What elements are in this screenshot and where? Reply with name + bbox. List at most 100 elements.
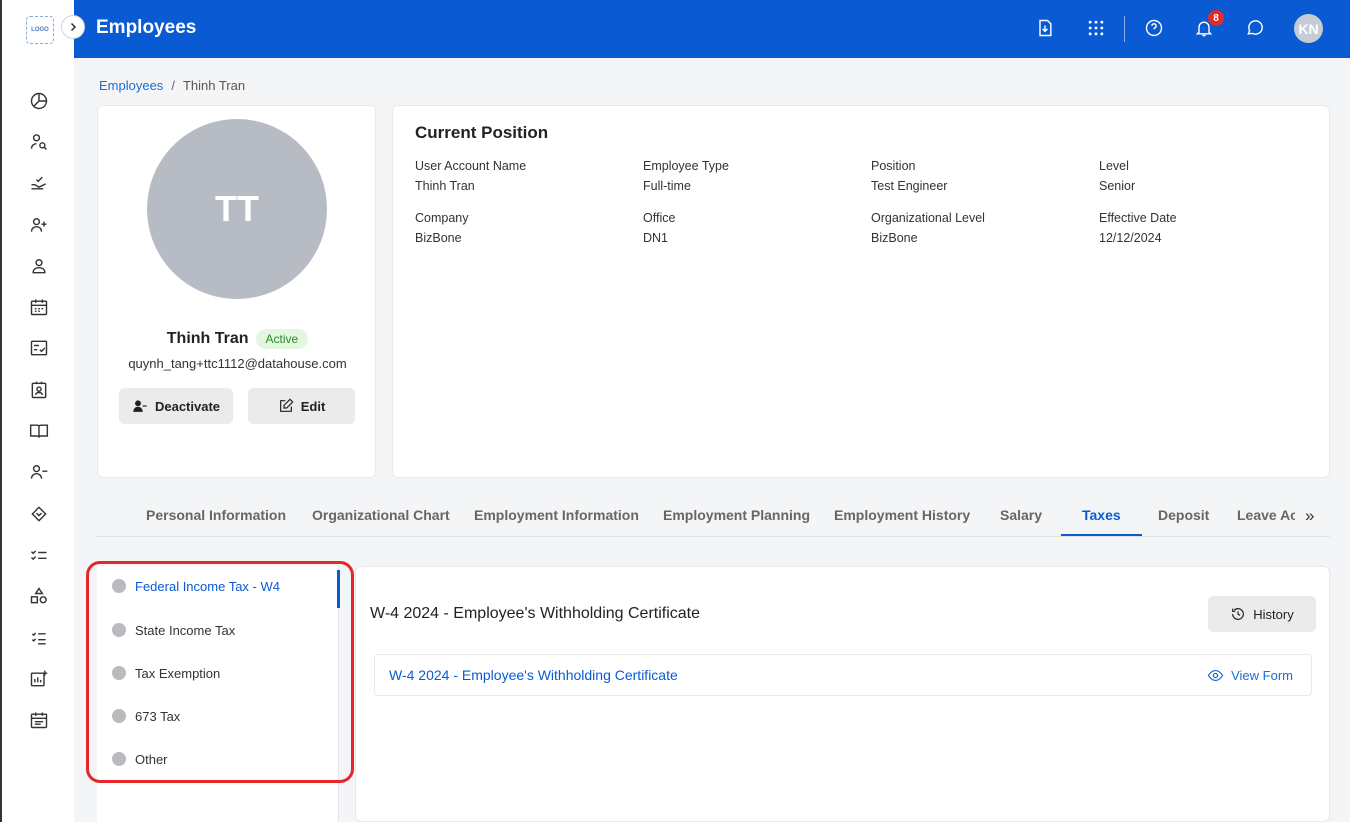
remove-user-icon bbox=[133, 400, 147, 412]
field-value: BizBone bbox=[871, 231, 918, 245]
employee-tabs: Personal Information Organizational Char… bbox=[97, 497, 1330, 537]
edit-label: Edit bbox=[300, 398, 326, 414]
field-company: Company BizBone bbox=[415, 211, 635, 245]
sidebar-item-checklist[interactable] bbox=[2, 328, 76, 369]
sidebar-item-list[interactable] bbox=[2, 617, 76, 658]
chat-icon bbox=[1247, 20, 1263, 35]
field-label: Company bbox=[415, 211, 469, 225]
edit-icon bbox=[279, 398, 294, 412]
sidebar-item-schedule[interactable] bbox=[2, 699, 76, 740]
field-value: Full-time bbox=[643, 179, 691, 193]
field-level: Level Senior bbox=[1099, 159, 1319, 193]
profile-card: TT Thinh Tran Active quynh_tang+ttc1112@… bbox=[97, 105, 376, 478]
field-label: Effective Date bbox=[1099, 211, 1177, 225]
field-label: User Account Name bbox=[415, 159, 527, 173]
tab-employment-planning[interactable]: Employment Planning bbox=[663, 507, 810, 523]
form-title: W-4 2024 - Employee's Withholding Certif… bbox=[370, 605, 701, 622]
page-title: Employees bbox=[96, 17, 197, 38]
list-icon bbox=[31, 631, 46, 645]
history-button[interactable]: History bbox=[1208, 596, 1316, 632]
shapes-icon bbox=[30, 587, 47, 604]
tab-salary[interactable]: Salary bbox=[1000, 507, 1042, 523]
chat-button[interactable] bbox=[1243, 16, 1267, 40]
breadcrumb-employees-link[interactable]: Employees bbox=[99, 78, 163, 93]
tab-employment-history[interactable]: Employment History bbox=[834, 507, 970, 523]
add-user-icon bbox=[30, 217, 47, 232]
employee-avatar: TT bbox=[147, 119, 327, 299]
field-position: Position Test Engineer bbox=[871, 159, 1091, 193]
download-button[interactable] bbox=[1033, 16, 1057, 40]
sidebar-item-shapes[interactable] bbox=[2, 576, 76, 617]
eye-icon bbox=[1207, 669, 1224, 682]
field-label: Organizational Level bbox=[871, 211, 985, 225]
sidebar-item-user-search[interactable] bbox=[2, 121, 76, 162]
sidebar-item-calendar[interactable] bbox=[2, 286, 76, 327]
sidebar-expand-button[interactable] bbox=[61, 15, 85, 39]
checklist-icon bbox=[30, 341, 48, 356]
sidebar-item-task-list[interactable] bbox=[2, 534, 76, 575]
task-list-icon bbox=[30, 550, 47, 561]
sidebar-item-user[interactable] bbox=[2, 245, 76, 286]
sidebar-item-report[interactable] bbox=[2, 658, 76, 699]
field-value: 12/12/2024 bbox=[1099, 231, 1162, 245]
employee-name: Thinh Tran bbox=[166, 330, 249, 347]
tabs-scroll-right-button[interactable]: » bbox=[1305, 506, 1314, 526]
view-form-button[interactable]: View Form bbox=[1207, 667, 1293, 684]
form-link[interactable]: W-4 2024 - Employee's Withholding Certif… bbox=[389, 667, 678, 683]
field-label: Employee Type bbox=[643, 159, 729, 173]
field-value: Test Engineer bbox=[871, 179, 948, 193]
sidebar-item-approval[interactable] bbox=[2, 163, 76, 204]
tab-taxes[interactable]: Taxes bbox=[1082, 507, 1121, 523]
deactivate-button[interactable]: Deactivate bbox=[119, 388, 233, 424]
sidebar-item-handshake[interactable] bbox=[2, 493, 76, 534]
sidebar-item-book[interactable] bbox=[2, 410, 76, 451]
field-value: BizBone bbox=[415, 231, 462, 245]
tab-employment-information[interactable]: Employment Information bbox=[474, 507, 639, 523]
tab-leave[interactable]: Leave Ac bbox=[1237, 507, 1295, 523]
header-divider bbox=[1124, 16, 1125, 42]
tab-personal-information[interactable]: Personal Information bbox=[146, 507, 286, 523]
dashboard-icon bbox=[30, 92, 48, 109]
sidebar-item-dashboard[interactable] bbox=[2, 80, 76, 121]
employee-email: quynh_tang+ttc1112@datahouse.com bbox=[128, 356, 347, 371]
form-row: W-4 2024 - Employee's Withholding Certif… bbox=[374, 654, 1312, 696]
schedule-icon bbox=[30, 712, 48, 729]
user-search-icon bbox=[30, 134, 48, 150]
breadcrumb-separator: / bbox=[171, 78, 175, 93]
sidebar: LOGO bbox=[0, 0, 74, 822]
chevron-right-icon bbox=[70, 22, 77, 32]
sidebar-nav bbox=[2, 80, 76, 741]
sidebar-item-add-user[interactable] bbox=[2, 204, 76, 245]
apps-button[interactable] bbox=[1084, 16, 1108, 40]
field-office: Office DN1 bbox=[643, 211, 863, 245]
calendar-icon bbox=[30, 299, 48, 316]
user-avatar[interactable]: KN bbox=[1294, 14, 1323, 43]
tax-form-card: W-4 2024 - Employee's Withholding Certif… bbox=[355, 566, 1330, 822]
book-icon bbox=[29, 424, 49, 438]
breadcrumb-current: Thinh Tran bbox=[182, 78, 246, 93]
active-tab-indicator bbox=[1061, 534, 1142, 536]
report-icon bbox=[30, 670, 48, 687]
history-label: History bbox=[1253, 606, 1294, 622]
help-button[interactable] bbox=[1142, 16, 1166, 40]
field-organizational-level: Organizational Level BizBone bbox=[871, 211, 1091, 245]
handshake-icon bbox=[31, 505, 47, 522]
view-form-label: View Form bbox=[1231, 668, 1293, 683]
status-badge: Active bbox=[255, 329, 309, 349]
employee-name-row: Thinh Tran Active bbox=[98, 329, 377, 349]
notification-badge: 8 bbox=[1208, 10, 1224, 26]
edit-button[interactable]: Edit bbox=[248, 388, 355, 424]
field-label: Position bbox=[871, 159, 916, 173]
sidebar-item-contact-card[interactable] bbox=[2, 369, 76, 410]
field-value: DN1 bbox=[643, 231, 669, 245]
field-label: Level bbox=[1099, 159, 1129, 173]
tab-organizational-chart[interactable]: Organizational Chart bbox=[312, 507, 450, 523]
field-effective-date: Effective Date 12/12/2024 bbox=[1099, 211, 1319, 245]
highlight-annotation-box bbox=[86, 561, 354, 783]
current-position-card: Current Position User Account Name Thinh… bbox=[392, 105, 1330, 478]
user-icon bbox=[32, 258, 46, 274]
remove-user-icon bbox=[30, 465, 48, 480]
field-value: Thinh Tran bbox=[415, 179, 475, 193]
tab-deposit[interactable]: Deposit bbox=[1158, 507, 1209, 523]
sidebar-item-remove-user[interactable] bbox=[2, 452, 76, 493]
